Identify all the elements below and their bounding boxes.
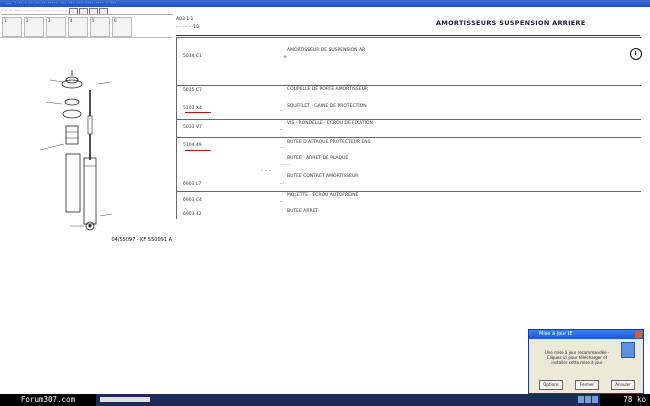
part-qty: ·· (280, 199, 283, 204)
thumbnail-label: 2 (26, 18, 29, 23)
options-button[interactable]: Options (539, 380, 563, 390)
file-size: 78 ko (600, 394, 650, 406)
part-qty: ·· (280, 127, 283, 132)
section-code: A03·1·1 (176, 17, 194, 22)
thumbnail[interactable]: 5 (90, 17, 110, 37)
thumbnail-label: 4 (70, 18, 73, 23)
nav-back-icon[interactable] (69, 8, 79, 14)
annotation-note: ·· ·· ·· (261, 168, 272, 173)
nav-forward-icon[interactable] (79, 8, 89, 14)
part-code: 5035 C7 (183, 88, 202, 93)
thumbnail-label: 3 (48, 18, 51, 23)
highlight-underline (185, 150, 211, 151)
part-qty: ·· (280, 108, 283, 113)
part-code: 5034 C1 (183, 54, 202, 59)
part-description: VIS · RONDELLE · ECROU DE FIXATION (287, 121, 373, 126)
thumbnail[interactable]: 2 (24, 17, 44, 37)
part-code: 6903 42 (183, 212, 202, 217)
parts-table: 5034 C1 AMORTISSEUR DE SUSPENSION AR · ·… (176, 37, 641, 219)
part-code: 5104 49 (183, 143, 202, 148)
thumbnail[interactable]: 4 (68, 17, 88, 37)
taskbar: Forum307.com 78 ko (0, 394, 650, 406)
popup-close-icon[interactable] (635, 331, 642, 338)
exploded-view-drawing (39, 70, 113, 231)
popup-message: Une mise à jour recommandée · Cliquez ic… (544, 350, 610, 365)
table-row[interactable]: 5033 V7 VIS · RONDELLE · ECROU DE FIXATI… (177, 119, 641, 136)
table-row[interactable]: 5035 C7 COUPELLE DE PORTE AMORTISSEUR 51… (177, 85, 641, 118)
close-button[interactable]: Fermer (575, 380, 599, 390)
network-icon[interactable] (578, 396, 584, 403)
update-popup[interactable]: Mise à jour IE Une mise à jour recommand… (528, 329, 644, 394)
thumbnail[interactable]: 3 (46, 17, 66, 37)
part-code: 6903 C4 (183, 198, 202, 203)
thumbnail-strip: 1 2 3 4 5 6 (0, 17, 172, 38)
part-code: 5103 X4 (183, 106, 202, 111)
part-qty: ··· · (280, 181, 287, 186)
table-row[interactable]: 5034 C1 AMORTISSEUR DE SUSPENSION AR · ·… (177, 37, 641, 86)
popup-title: Mise à jour IE (529, 330, 643, 339)
security-icon[interactable] (592, 396, 598, 403)
part-description: MOLETTE · ECROU AUTOFREINE (287, 193, 359, 198)
thumbnail[interactable]: 1 (2, 17, 22, 37)
thumbnail-label: 5 (92, 18, 95, 23)
part-qty: · ·· (280, 145, 286, 150)
drawing-reference: 04/55097 · KF 550091 A (111, 237, 172, 243)
part-code: 5033 V7 (183, 125, 202, 130)
volume-icon[interactable] (585, 396, 591, 403)
part-description: BUTEE D'ATTAQUE PROTECTEUR ENS (287, 140, 371, 145)
window-title: ... · ·· · ·· ·· ·· ····· ··· ··· ··· ··… (6, 0, 117, 6)
part-description: BUTEE · ARRET DE PLAQUE (287, 156, 349, 161)
part-qty: ··· ·· · (280, 162, 291, 167)
table-row[interactable]: 6903 C4 MOLETTE · ECROU AUTOFREINE ·· 69… (177, 191, 641, 220)
highlight-underline (185, 112, 211, 113)
home-icon[interactable] (89, 8, 99, 14)
taskbar-button[interactable] (100, 397, 150, 402)
page-title: AMORTISSEURS SUSPENSION ARRIERE (436, 19, 586, 27)
part-qty: · ·x· (280, 54, 288, 59)
parts-header: A03·1·1 ·· · ··· · ·10 AMORTISSEURS SUSP… (176, 17, 640, 36)
part-description: COUPELLE DE PORTE AMORTISSEUR (287, 87, 368, 92)
window-titlebar: ... · ·· · ·· ·· ·· ····· ··· ··· ··· ··… (0, 0, 650, 7)
part-description: BUTEE ARRET (287, 209, 319, 214)
print-icon[interactable] (99, 8, 109, 14)
thumbnail-label: 1 (4, 18, 7, 23)
part-description: BUTEE CONTACT AMORTISSEUR (287, 174, 359, 179)
part-description: AMORTISSEUR DE SUSPENSION AR (287, 48, 366, 53)
table-row[interactable]: 5104 49 BUTEE D'ATTAQUE PROTECTEUR ENS ·… (177, 137, 641, 190)
part-code: 6903 L7 (183, 182, 202, 187)
thumbnail-label: 6 (114, 18, 117, 23)
site-watermark: Forum307.com (0, 394, 96, 406)
system-tray (577, 396, 598, 405)
section-subcode: ·· · ··· · ·10 (176, 25, 199, 30)
update-icon (621, 342, 635, 358)
address-text: ·· ·· ··· ······· ···· ·· ·········· ·· … (1, 8, 68, 13)
part-description: SOUFFLET · GAINE DE PROTECTION (287, 104, 367, 109)
thumbnail[interactable]: 6 (112, 17, 132, 37)
diagram-panel: ·· ·· ··· ······· ···· ·· ·········· ·· … (0, 8, 174, 386)
cancel-button[interactable]: Annuler (611, 380, 635, 390)
address-bar[interactable]: ·· ·· ··· ······· ···· ·· ·········· ·· … (1, 8, 173, 15)
